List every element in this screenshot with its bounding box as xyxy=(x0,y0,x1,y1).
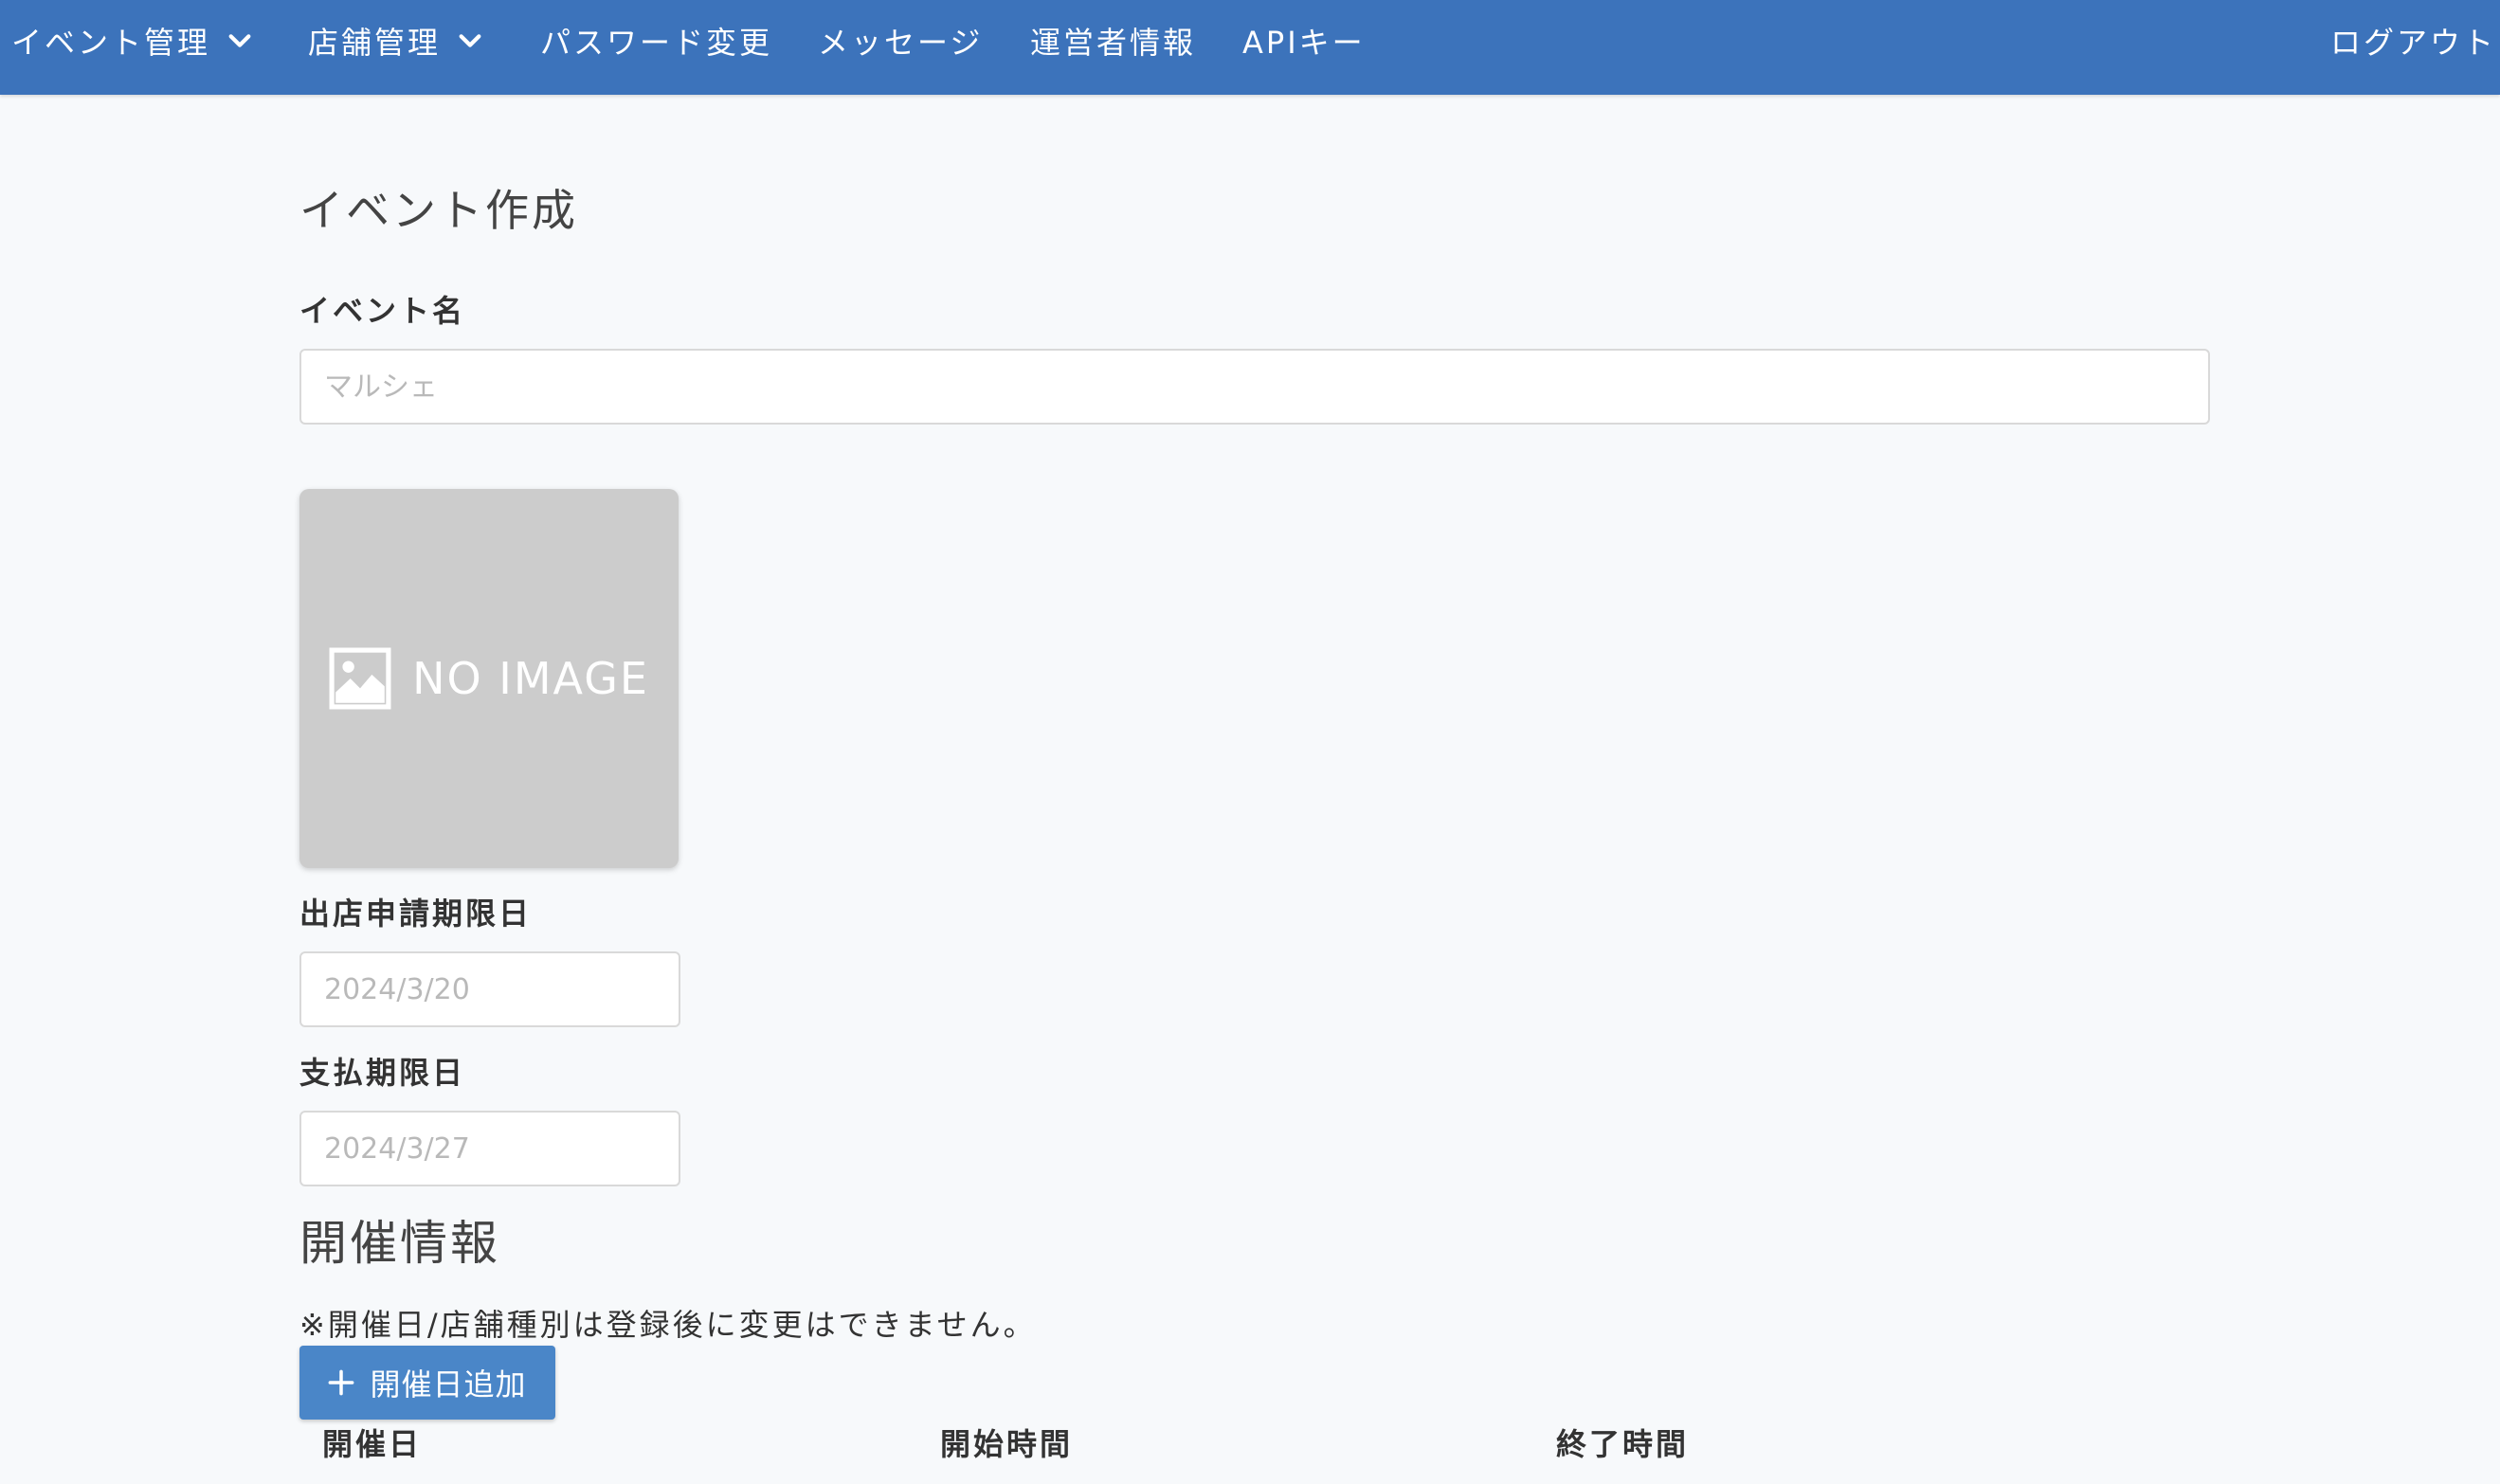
column-header-end-time: 終了時間 xyxy=(1556,1426,1690,1462)
nav-logout[interactable]: ログアウト xyxy=(2330,0,2496,81)
chevron-down-icon xyxy=(456,27,484,55)
application-deadline-label: 出店申請期限日 xyxy=(299,896,533,932)
nav-store-management[interactable]: 店舗管理 xyxy=(308,0,484,81)
nav-operator-info[interactable]: 運営者情報 xyxy=(1030,0,1196,81)
column-header-start-time: 開始時間 xyxy=(940,1426,1074,1462)
nav-password-change[interactable]: パスワード変更 xyxy=(540,0,772,81)
page-title: イベント作成 xyxy=(299,185,578,236)
event-image-upload[interactable]: NO IMAGE xyxy=(299,489,679,868)
chevron-down-icon xyxy=(226,27,254,55)
image-icon xyxy=(329,647,391,710)
plus-icon xyxy=(329,1369,354,1396)
schedule-heading: 開催情報 xyxy=(299,1216,500,1271)
no-image-text: NO IMAGE xyxy=(412,653,649,704)
payment-deadline-input[interactable] xyxy=(299,1111,680,1186)
column-header-date: 開催日 xyxy=(322,1426,423,1462)
add-date-button-label: 開催日追加 xyxy=(370,1366,527,1403)
nav-store-management-label: 店舗管理 xyxy=(308,25,442,61)
payment-deadline-label: 支払期限日 xyxy=(299,1055,466,1091)
nav-messages[interactable]: メッセージ xyxy=(818,0,983,81)
schedule-note: ※開催日/店舗種別は登録後に変更はできません。 xyxy=(299,1307,1037,1343)
application-deadline-input[interactable] xyxy=(299,951,680,1027)
add-date-button[interactable]: 開催日追加 xyxy=(299,1346,555,1420)
nav-event-management-label: イベント管理 xyxy=(11,25,211,61)
nav-event-management[interactable]: イベント管理 xyxy=(11,0,254,81)
event-name-input[interactable] xyxy=(299,349,2210,425)
nav-api-key[interactable]: APIキー xyxy=(1242,0,1366,81)
event-name-label: イベント名 xyxy=(299,293,466,329)
top-navbar: イベント管理 店舗管理 パスワード変更 メッセージ 運営者情報 APIキー ログ… xyxy=(0,0,2500,95)
